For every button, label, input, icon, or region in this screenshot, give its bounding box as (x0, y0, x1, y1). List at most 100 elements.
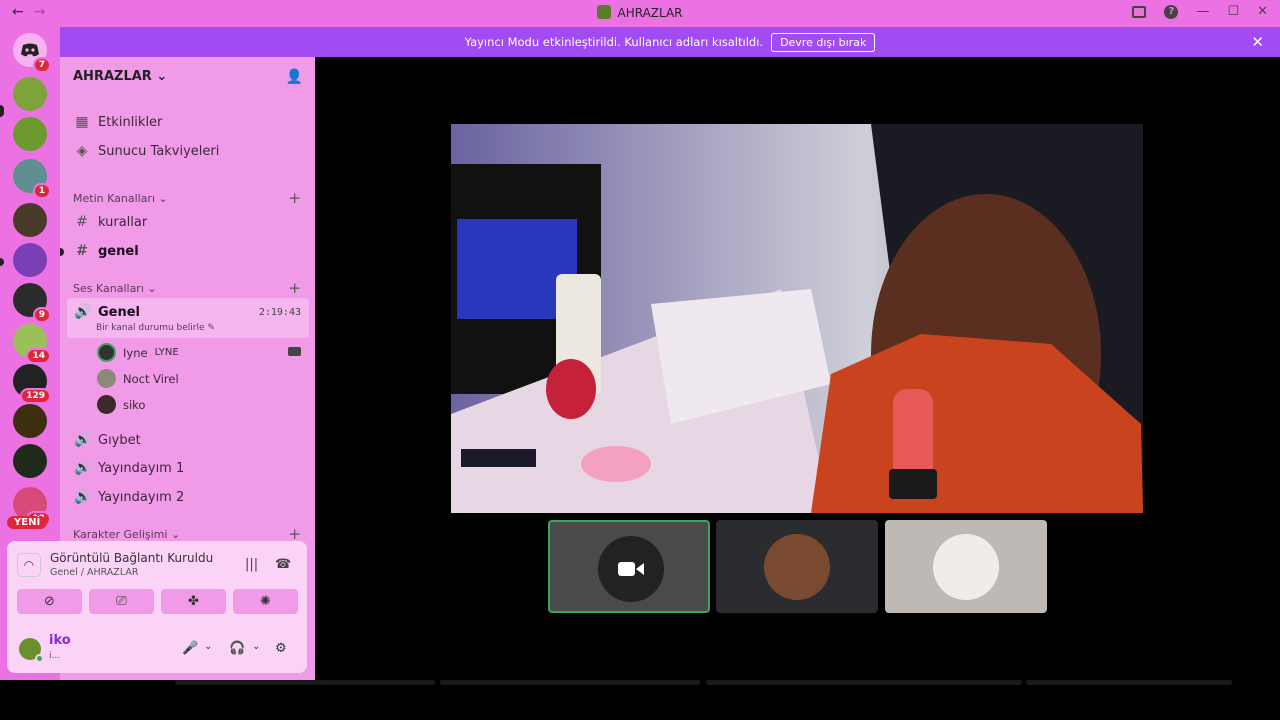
sidebar-item-boosts[interactable]: ◈ Sunucu Takviyeleri (74, 143, 220, 159)
server-icon-2[interactable] (13, 117, 47, 151)
participant-tile-2[interactable] (716, 520, 878, 613)
divider (1026, 680, 1232, 685)
connection-title: Görüntülü Bağlantı Kuruldu (50, 551, 214, 565)
banner-close-icon[interactable]: ✕ (1251, 33, 1264, 51)
voice-user[interactable]: Noct Virel (97, 369, 179, 388)
headphones-chevron-icon[interactable]: ⌄ (252, 641, 260, 652)
settings-gear-icon[interactable]: ⚙ (275, 641, 287, 656)
noise-suppression-icon[interactable]: ||| (245, 557, 258, 572)
stream-frame (451, 124, 1143, 513)
camera-off-button[interactable]: ⊘ (17, 589, 82, 614)
video-stream[interactable] (451, 124, 1143, 513)
avatar (933, 534, 999, 600)
camera-off-icon: ⊘ (44, 594, 55, 609)
screen-share-button[interactable]: ⎚ (89, 589, 154, 614)
user-tag: LYNE (154, 347, 179, 358)
signal-icon: ◠ (17, 553, 41, 577)
minimize-button[interactable]: — (1196, 4, 1209, 19)
voice-channel-yayindayim-2[interactable]: 🔊 Yayındayım 2 (74, 489, 184, 505)
voice-user[interactable]: siko (97, 395, 145, 414)
divider (175, 680, 435, 685)
server-logo-icon (597, 5, 612, 19)
speaker-icon: 🔊 (74, 489, 92, 505)
participant-tile-1[interactable] (548, 520, 710, 613)
mic-chevron-icon[interactable]: ⌄ (204, 641, 212, 652)
server-7-badge: 129 (20, 388, 51, 404)
user-name[interactable]: iko (49, 633, 71, 648)
unread-indicator (0, 258, 4, 266)
speaker-icon: 🔊 (74, 304, 92, 320)
window-title: AHRAZLAR (0, 5, 1280, 20)
avatar (764, 534, 830, 600)
server-icon-3[interactable] (13, 203, 47, 237)
activities-button[interactable]: ✤ (161, 589, 226, 614)
server-icon-6[interactable]: 14 (13, 324, 51, 364)
streamer-mode-banner: Yayıncı Modu etkinleştirildi. Kullanıcı … (60, 27, 1280, 57)
server-icon-5[interactable]: 9 (13, 283, 51, 323)
disconnect-icon[interactable]: ☎ (275, 557, 291, 572)
stream-area (315, 57, 1280, 680)
sidebar-item-events[interactable]: ▦ Etkinlikler (74, 114, 162, 130)
folder-badge: 1 (32, 183, 51, 199)
soundboard-button[interactable]: ✺ (233, 589, 298, 614)
soundboard-icon: ✺ (260, 594, 271, 609)
hash-icon: # (76, 214, 88, 230)
boost-icon: ◈ (76, 143, 88, 159)
screen-share-icon: ⎚ (116, 594, 127, 609)
server-icon-4[interactable] (13, 243, 47, 277)
server-icon-7[interactable]: 129 (13, 364, 51, 404)
set-channel-status[interactable]: Bir kanal durumu belirle ✎ (96, 323, 215, 333)
server-icon-9[interactable] (13, 444, 47, 478)
voice-channel-giybet[interactable]: 🔊 Gıybet (74, 432, 141, 448)
new-badge: YENİ (7, 516, 48, 529)
channel-genel[interactable]: # genel (74, 243, 139, 259)
character-category[interactable]: Karakter Gelişimi ⌄ (73, 528, 180, 541)
server-icon-1[interactable] (13, 77, 47, 111)
camera-icon (288, 347, 301, 356)
voice-channels-category[interactable]: Ses Kanalları ⌄ (73, 282, 157, 295)
user-status: i... (49, 651, 61, 661)
help-icon[interactable]: ? (1164, 4, 1179, 19)
home-button[interactable]: 7 (13, 33, 51, 73)
active-indicator (0, 105, 4, 117)
voice-user[interactable]: Iyne LYNE (97, 343, 179, 362)
bottom-strip (0, 680, 1280, 720)
close-window-button[interactable]: ✕ (1257, 4, 1268, 19)
avatar (598, 536, 664, 602)
voice-channel-yayindayim-1[interactable]: 🔊 Yayındayım 1 (74, 460, 184, 476)
discord-icon (21, 43, 39, 56)
add-voice-channel-icon[interactable]: + (288, 279, 301, 297)
chevron-down-icon: ⌄ (156, 69, 168, 84)
voice-panel: ◠ Görüntülü Bağlantı Kuruldu Genel / AHR… (7, 541, 307, 673)
banner-message: Yayıncı Modu etkinleştirildi. Kullanıcı … (464, 35, 764, 49)
avatar (97, 369, 116, 388)
invite-people-icon[interactable]: 👤 (286, 69, 303, 85)
speaker-icon: 🔊 (74, 432, 92, 448)
voice-timer: 2:19:43 (258, 307, 301, 318)
online-status-icon (35, 654, 44, 663)
participant-tile-3[interactable] (885, 520, 1047, 613)
divider (706, 680, 1022, 685)
channel-kurallar[interactable]: # kurallar (74, 214, 147, 230)
disable-streamer-mode-button[interactable]: Devre dışı bırak (771, 32, 876, 52)
inbox-icon[interactable] (1132, 5, 1147, 18)
server-folder[interactable]: 1 (13, 159, 51, 199)
maximize-button[interactable]: ☐ (1227, 4, 1239, 19)
server-icon-8[interactable] (13, 404, 47, 438)
add-text-channel-icon[interactable]: + (288, 189, 301, 207)
speaker-icon: 🔊 (74, 460, 92, 476)
avatar (97, 395, 116, 414)
connection-subtitle[interactable]: Genel / AHRAZLAR (50, 567, 138, 578)
headphones-icon[interactable]: 🎧 (229, 641, 245, 656)
server-name[interactable]: AHRAZLAR ⌄ (73, 69, 167, 84)
voice-channel-genel[interactable]: 🔊 Genel (74, 304, 140, 320)
text-channels-category[interactable]: Metin Kanalları ⌄ (73, 192, 168, 205)
home-badge: 7 (32, 57, 51, 73)
avatar (97, 343, 116, 362)
title-bar: ← → AHRAZLAR ? — ☐ ✕ (0, 0, 1280, 27)
video-camera-icon (618, 562, 644, 576)
calendar-icon: ▦ (75, 114, 89, 130)
server-5-badge: 9 (32, 307, 51, 323)
activities-icon: ✤ (188, 594, 199, 609)
microphone-icon[interactable]: 🎤 (182, 641, 198, 656)
